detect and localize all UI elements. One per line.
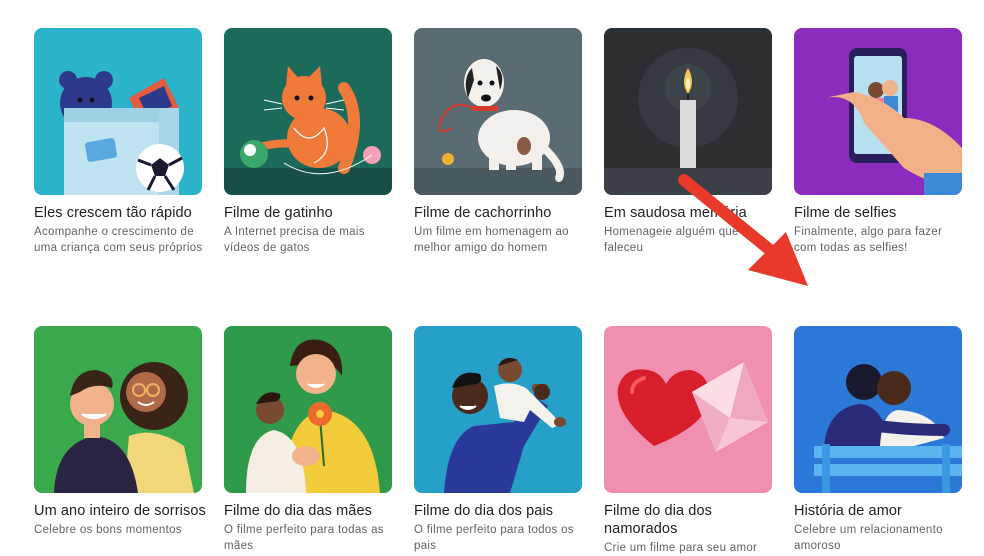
illustration-heart-envelope — [604, 326, 772, 493]
card-description: Finalmente, algo para fazer com todas as… — [794, 226, 943, 254]
card-description: Homenageie alguém que faleceu — [604, 226, 739, 254]
card-description: Crie um filme para seu amor — [604, 542, 758, 554]
card-description: O filme perfeito para todos os pais — [414, 524, 574, 552]
template-card-smiles[interactable]: Um ano inteiro de sorrisos Celebre os bo… — [34, 326, 206, 556]
card-title: Filme de gatinho — [224, 205, 333, 221]
card-description: Celebre um relacionamento amoroso — [794, 524, 943, 552]
template-row-1: Eles crescem tão rápido Acompanhe o cres… — [34, 28, 964, 256]
template-card-fathers-day[interactable]: Filme do dia dos pais O filme perfeito p… — [414, 326, 582, 556]
card-description: Acompanhe o crescimento de uma criança c… — [34, 226, 203, 254]
thumbnail-love-story — [794, 326, 962, 493]
illustration-toy-box — [34, 28, 202, 195]
card-title: Em saudosa memória — [604, 205, 747, 221]
illustration-couple-bench — [794, 326, 962, 493]
thumbnail-selfies — [794, 28, 962, 195]
card-title: Filme do dia dos namorados — [604, 503, 712, 537]
card-description: O filme perfeito para todas as mães — [224, 524, 384, 552]
movie-template-grid: Eles crescem tão rápido Acompanhe o cres… — [34, 28, 964, 556]
template-card-kitten[interactable]: Filme de gatinho A Internet precisa de m… — [224, 28, 392, 256]
illustration-phone-selfie — [794, 28, 962, 195]
template-card-valentines[interactable]: Filme do dia dos namorados Crie um filme… — [604, 326, 772, 556]
illustration-candle — [604, 28, 772, 195]
thumbnail-puppy — [414, 28, 582, 195]
illustration-dog — [414, 28, 582, 195]
thumbnail-memory — [604, 28, 772, 195]
card-title: Filme do dia das mães — [224, 503, 372, 519]
illustration-father-baby — [414, 326, 582, 493]
illustration-cat — [224, 28, 392, 195]
thumbnail-kitten — [224, 28, 392, 195]
card-title: Filme de selfies — [794, 205, 897, 221]
template-row-2: Um ano inteiro de sorrisos Celebre os bo… — [34, 326, 964, 556]
card-title: História de amor — [794, 503, 902, 519]
card-description: Um filme em homenagem ao melhor amigo do… — [414, 226, 569, 254]
thumbnail-grow-fast — [34, 28, 202, 195]
illustration-couple-smiling — [34, 326, 202, 493]
thumbnail-valentines — [604, 326, 772, 493]
template-card-grow-fast[interactable]: Eles crescem tão rápido Acompanhe o cres… — [34, 28, 202, 256]
template-card-mothers-day[interactable]: Filme do dia das mães O filme perfeito p… — [224, 326, 392, 556]
card-title: Filme do dia dos pais — [414, 503, 554, 519]
template-card-love-story[interactable]: História de amor Celebre um relacionamen… — [794, 326, 962, 556]
card-title: Filme de cachorrinho — [414, 205, 552, 221]
card-description: A Internet precisa de mais vídeos de gat… — [224, 226, 365, 254]
template-card-selfies[interactable]: Filme de selfies Finalmente, algo para f… — [794, 28, 962, 256]
card-title: Eles crescem tão rápido — [34, 205, 192, 221]
illustration-mother-child — [224, 326, 392, 493]
template-card-memory[interactable]: Em saudosa memória Homenageie alguém que… — [604, 28, 772, 256]
card-description: Celebre os bons momentos — [34, 524, 182, 536]
thumbnail-mothers-day — [224, 326, 392, 493]
thumbnail-smiles — [34, 326, 202, 493]
thumbnail-fathers-day — [414, 326, 582, 493]
template-card-puppy[interactable]: Filme de cachorrinho Um filme em homenag… — [414, 28, 582, 256]
card-title: Um ano inteiro de sorrisos — [34, 503, 206, 519]
